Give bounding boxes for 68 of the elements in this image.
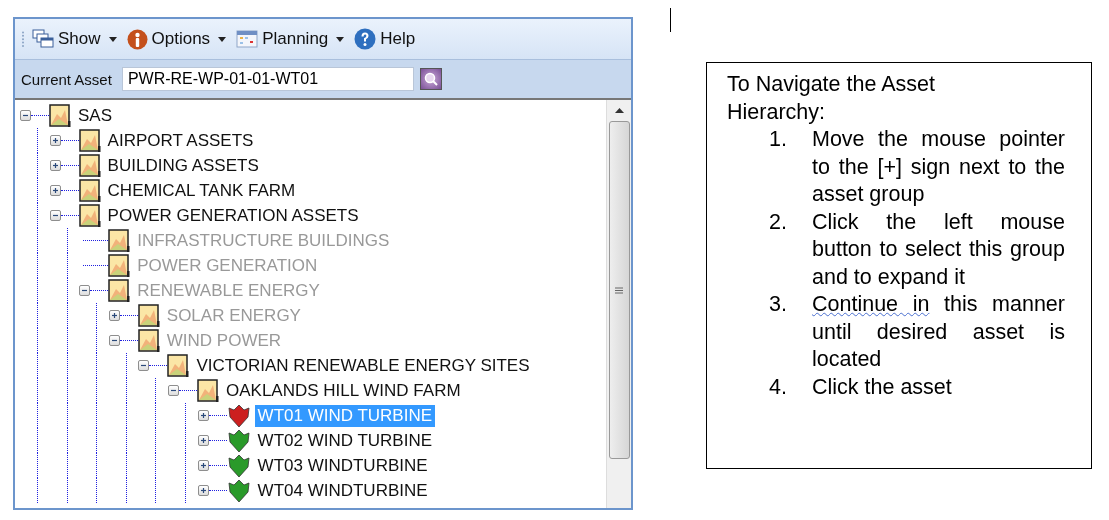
expand-button[interactable] — [197, 460, 209, 471]
menu-button[interactable]: Show — [29, 29, 120, 49]
menu-button[interactable]: Planning — [233, 29, 348, 49]
plus-icon — [50, 186, 60, 195]
plus-icon — [198, 461, 208, 470]
windows-icon — [32, 29, 54, 49]
step-number: 4. — [769, 373, 788, 401]
plus-icon — [198, 436, 208, 445]
asset-field[interactable]: PWR-RE-WP-01-01-WT01 — [121, 67, 414, 91]
folder-icon — [108, 278, 131, 303]
folder-icon — [137, 303, 160, 328]
scroll-up-icon — [614, 108, 624, 113]
menu-button[interactable]: Options — [123, 28, 230, 50]
folder-icon — [167, 353, 190, 378]
collapse-button[interactable] — [20, 110, 31, 121]
folder-icon — [78, 153, 101, 178]
field-label: Current Asset — [21, 70, 112, 88]
plus-icon — [50, 161, 60, 170]
tree-item[interactable]: WT04 WINDTURBINE — [254, 479, 431, 502]
step-number: 3. — [769, 291, 788, 318]
tree-item[interactable]: WT03 WINDTURBINE — [254, 454, 431, 477]
collapse-button[interactable] — [108, 335, 120, 346]
tree-item[interactable]: SAS — [75, 104, 116, 127]
folder-icon — [78, 128, 101, 153]
tree-item[interactable]: POWER GENERATION ASSETS — [104, 204, 362, 227]
collapse-button[interactable] — [138, 360, 150, 371]
expand-button[interactable] — [49, 135, 61, 146]
plus-icon — [109, 311, 119, 320]
step-text: Move the mouse pointer to the [+] sign next to the asset group — [812, 126, 1065, 208]
expand-button[interactable] — [49, 185, 61, 196]
expand-button[interactable] — [197, 485, 209, 496]
tree-item[interactable]: BUILDING ASSETS — [104, 154, 262, 177]
folder-icon — [108, 253, 131, 278]
search-button[interactable] — [419, 68, 442, 90]
expand-button[interactable] — [197, 435, 209, 446]
tree-item[interactable]: AIRPORT ASSETS — [104, 129, 257, 152]
tree-item[interactable]: OAKLANDS HILL WIND FARM — [223, 379, 464, 402]
step-number: 1. — [769, 126, 788, 153]
expand-button[interactable] — [197, 410, 209, 421]
folder-icon — [49, 103, 71, 128]
info-icon — [126, 28, 148, 50]
folder-icon — [197, 378, 219, 403]
plus-icon — [50, 136, 60, 145]
plus-icon — [198, 411, 208, 420]
folder-icon — [137, 328, 160, 353]
expand-button[interactable] — [108, 310, 120, 321]
toolbar-button[interactable]: Help — [351, 28, 419, 50]
expand-button[interactable] — [49, 160, 61, 171]
collapse-button[interactable] — [168, 385, 179, 396]
step-number: 2. — [769, 208, 788, 236]
tree-item[interactable]: VICTORIAN RENEWABLE ENERGY SITES — [193, 354, 533, 377]
step-text: Continue in this manner until desired asset is located — [812, 291, 1065, 373]
folder-icon — [78, 203, 101, 228]
collapse-button[interactable] — [49, 210, 61, 221]
help-icon — [354, 28, 377, 50]
grip-icon — [21, 30, 25, 48]
plus-icon — [198, 486, 208, 495]
calendar-icon — [236, 29, 259, 49]
text-cursor — [670, 8, 671, 32]
collapse-button[interactable] — [79, 285, 91, 296]
instruction-title: To Navigate the Asset Hierarchy: — [727, 71, 936, 126]
folder-icon — [78, 178, 101, 203]
scrollbar[interactable] — [606, 100, 631, 508]
folder-icon — [108, 228, 131, 253]
step-text: Click the asset — [812, 373, 953, 401]
tree-item[interactable]: CHEMICAL TANK FARM — [104, 179, 299, 202]
scroll-thumb[interactable] — [608, 121, 630, 459]
tree-item[interactable]: WT02 WIND TURBINE — [254, 429, 435, 452]
